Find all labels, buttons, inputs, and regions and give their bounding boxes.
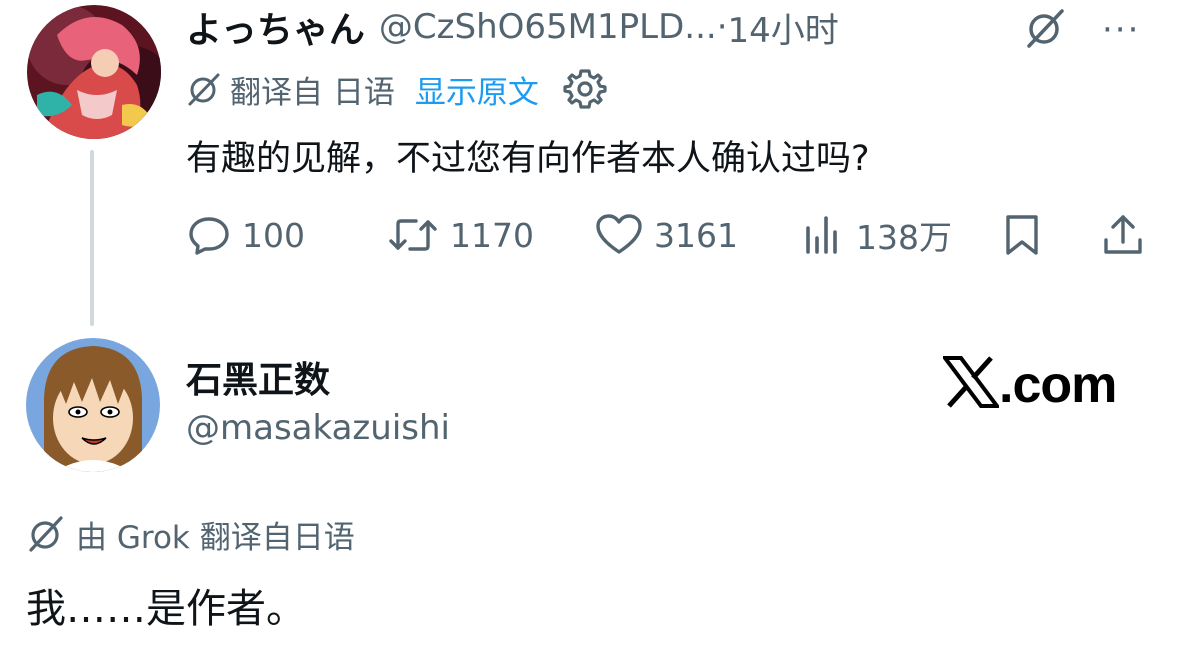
gear-icon[interactable] bbox=[563, 67, 607, 111]
heart-icon bbox=[596, 214, 642, 254]
grok-icon[interactable] bbox=[1024, 8, 1068, 48]
views-icon bbox=[806, 216, 837, 254]
retweet-button[interactable]: 1170 bbox=[386, 208, 534, 262]
tweet-header: よっちゃん @CzShO65M1PLD... · 14小时 bbox=[186, 2, 839, 52]
author-name[interactable]: 石黑正数 bbox=[186, 351, 330, 403]
avatar[interactable] bbox=[26, 338, 160, 472]
retweet-count: 1170 bbox=[450, 215, 534, 255]
author-name[interactable]: よっちゃん bbox=[186, 1, 365, 53]
more-dots-icon[interactable]: ··· bbox=[1102, 10, 1140, 50]
translation-label: 翻译自 日语 bbox=[230, 74, 395, 111]
share-button[interactable] bbox=[1100, 208, 1146, 262]
views-button[interactable]: 138万 bbox=[800, 208, 952, 262]
tweet-time[interactable]: 14小时 bbox=[728, 3, 839, 52]
tweet-text: 我……是作者。 bbox=[26, 586, 306, 632]
author-handle[interactable]: @CzShO65M1PLD... bbox=[379, 7, 717, 47]
avatar[interactable] bbox=[27, 5, 161, 139]
retweet-icon bbox=[389, 219, 437, 251]
like-button[interactable]: 3161 bbox=[594, 208, 738, 262]
translation-label: 由 Grok 翻译自日语 bbox=[76, 519, 355, 556]
translation-bar: 由 Grok 翻译自日语 bbox=[26, 512, 355, 556]
watermark-text: .com bbox=[999, 356, 1117, 414]
grok-icon bbox=[188, 73, 220, 106]
reply-count: 100 bbox=[242, 215, 305, 255]
x-logo-icon bbox=[943, 356, 999, 408]
share-icon bbox=[1104, 215, 1142, 254]
bookmark-button[interactable] bbox=[1000, 208, 1044, 262]
like-count: 3161 bbox=[654, 215, 738, 255]
tweet-actions: 100 1170 3161 138万 bbox=[186, 208, 1150, 262]
reply-button[interactable]: 100 bbox=[186, 208, 305, 262]
tweet-text: 有趣的见解，不过您有向作者本人确认过吗? bbox=[186, 139, 870, 179]
author-handle[interactable]: @masakazuishi bbox=[186, 408, 450, 448]
grok-icon bbox=[29, 516, 63, 552]
time-separator: · bbox=[716, 7, 728, 47]
thread-connector-line bbox=[90, 150, 94, 326]
show-original-link[interactable]: 显示原文 bbox=[415, 67, 539, 112]
bookmark-icon bbox=[1006, 215, 1038, 255]
reply-icon bbox=[189, 217, 229, 255]
x-com-watermark: .com bbox=[943, 355, 1117, 415]
translation-bar: 翻译自 日语 显示原文 bbox=[186, 66, 607, 112]
views-count: 138万 bbox=[856, 218, 952, 257]
